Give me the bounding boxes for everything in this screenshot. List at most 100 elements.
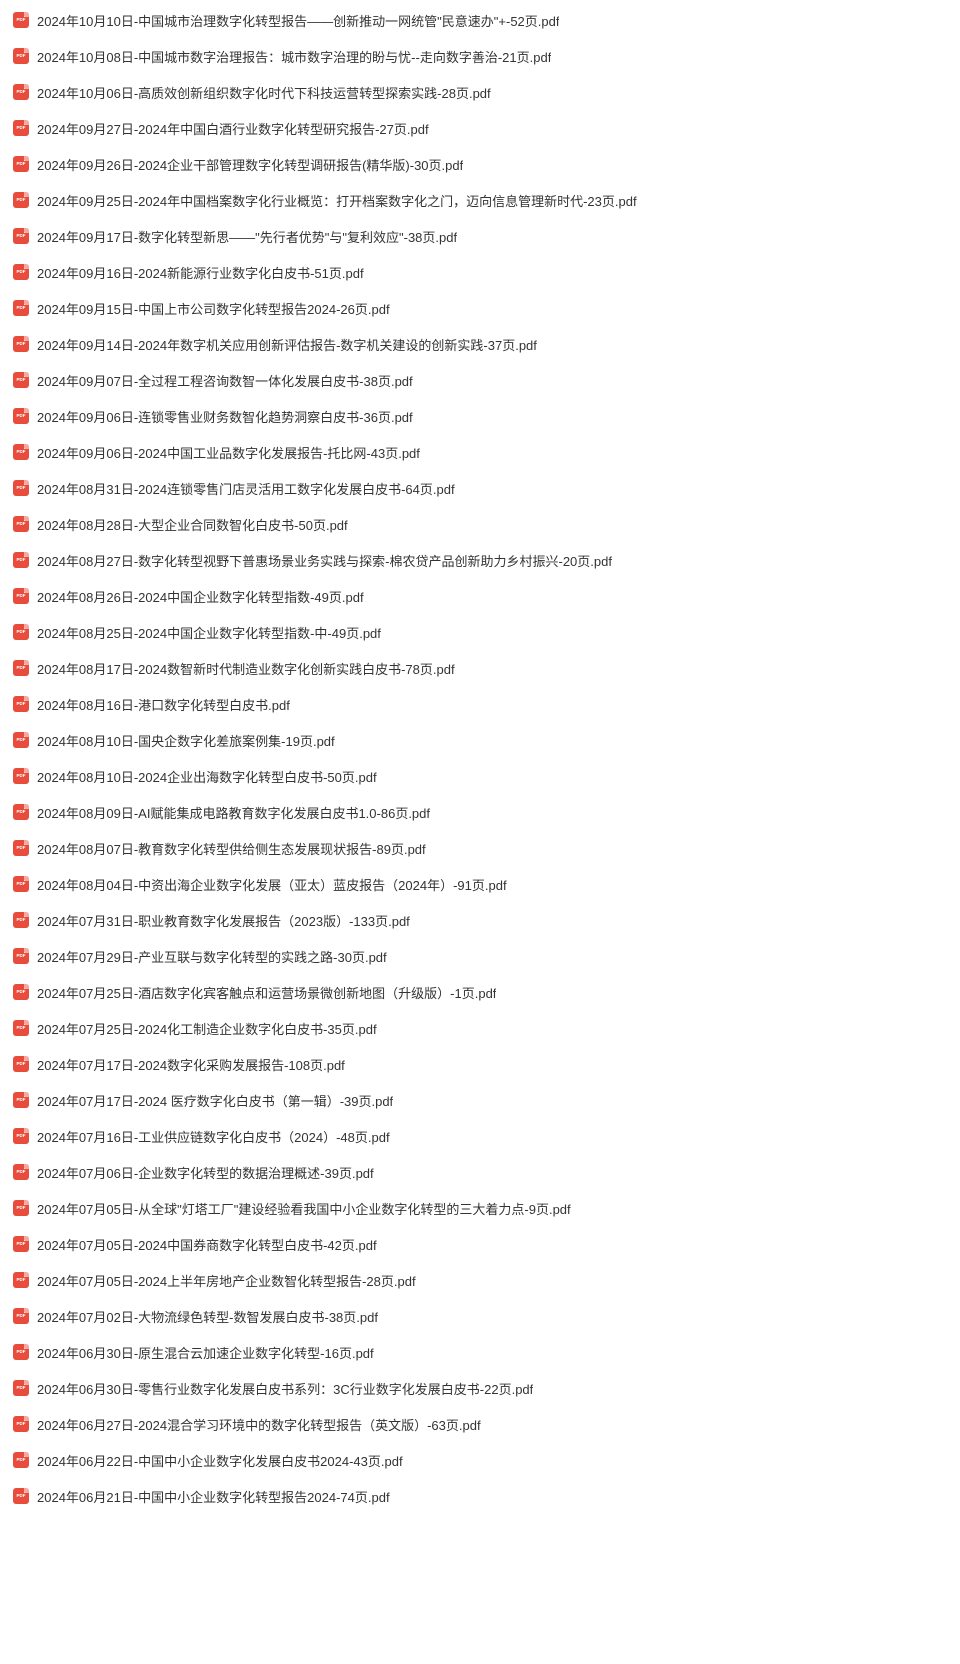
file-row[interactable]: PDF2024年08月10日-2024企业出海数字化转型白皮书-50页.pdf [0,758,960,794]
pdf-icon: PDF [13,1272,29,1288]
pdf-icon: PDF [13,696,29,712]
file-row[interactable]: PDF 2024年08月04日-中资出海企业数字化发展（亚太）蓝皮报告（2024年… [0,866,960,902]
pdf-icon-label: PDF [17,1350,26,1355]
file-row[interactable]: PDF2024年07月17日-2024 医疗数字化白皮书（第一辑）-39页.pd… [0,1082,960,1118]
pdf-icon: PDF [13,804,29,820]
file-row[interactable]: PDF2024年09月27日-2024年中国白酒行业数字化转型研究报告-27页.… [0,110,960,146]
pdf-icon: PDF [13,1380,29,1396]
file-row[interactable]: PDF2024年09月15日-中国上市公司数字化转型报告2024-26页.pdf [0,290,960,326]
file-row[interactable]: PDF2024年06月21日-中国中小企业数字化转型报告2024-74页.pdf [0,1478,960,1514]
pdf-icon: PDF [13,336,29,352]
pdf-icon: PDF [13,1056,29,1072]
file-row[interactable]: PDF2024年07月29日-产业互联与数字化转型的实践之路-30页.pdf [0,938,960,974]
pdf-icon-label: PDF [17,738,26,743]
file-name: 2024年07月25日-2024化工制造企业数字化白皮书-35页.pdf [37,1019,377,1038]
file-name: 2024年09月25日-2024年中国档案数字化行业概览：打开档案数字化之门，迈… [37,191,637,210]
file-row[interactable]: PDF 2024年07月05日-2024中国券商数字化转型白皮书-42页.pdf [0,1226,960,1262]
file-row[interactable]: PDF 2024年07月16日-工业供应链数字化白皮书（2024）-48页.pdf [0,1118,960,1154]
pdf-icon-label: PDF [17,162,26,167]
pdf-icon-label: PDF [17,810,26,815]
pdf-icon-label: PDF [17,1134,26,1139]
pdf-icon: PDF [13,1308,29,1324]
file-row[interactable]: PDF2024年06月27日-2024混合学习环境中的数字化转型报告（英文版）-… [0,1406,960,1442]
file-row[interactable]: PDF2024年08月28日-大型企业合同数智化白皮书-50页.pdf [0,506,960,542]
file-row[interactable]: PDF2024年08月27日-数字化转型视野下普惠场景业务实践与探索-棉农贷产品… [0,542,960,578]
file-row[interactable]: PDF2024年08月25日-2024中国企业数字化转型指数-中-49页.pdf [0,614,960,650]
pdf-icon-label: PDF [17,846,26,851]
file-row[interactable]: PDF 2024年08月31日-2024连锁零售门店灵活用工数字化发展白皮书-64… [0,470,960,506]
file-name: 2024年09月06日-连锁零售业财务数智化趋势洞察白皮书-36页.pdf [37,407,413,426]
pdf-icon: PDF [13,912,29,928]
file-row[interactable]: PDF2024年09月17日-数字化转型新思——"先行者优势"与"复利效应"-3… [0,218,960,254]
file-name: 2024年07月25日-酒店数字化宾客触点和运营场景微创新地图（升级版）-1页.… [37,983,496,1002]
file-name: 2024年07月06日-企业数字化转型的数据治理概述-39页.pdf [37,1163,374,1182]
file-name: 2024年07月05日-从全球"灯塔工厂"建设经验看我国中小企业数字化转型的三大… [37,1199,571,1218]
file-row[interactable]: PDF 2024年09月16日-2024新能源行业数字化白皮书-51页.pdf [0,254,960,290]
file-name: 2024年08月31日-2024连锁零售门店灵活用工数字化发展白皮书-64页.p… [37,479,455,498]
file-row[interactable]: PDF2024年07月25日-2024化工制造企业数字化白皮书-35页.pdf [0,1010,960,1046]
pdf-icon-label: PDF [17,90,26,95]
file-name: 2024年06月22日-中国中小企业数字化发展白皮书2024-43页.pdf [37,1451,403,1470]
pdf-icon-label: PDF [17,270,26,275]
file-row[interactable]: PDF2024年09月07日-全过程工程咨询数智一体化发展白皮书-38页.pdf [0,362,960,398]
file-row[interactable]: PDF2024年06月30日-原生混合云加速企业数字化转型-16页.pdf [0,1334,960,1370]
file-row[interactable]: PDF2024年08月17日-2024数智新时代制造业数字化创新实践白皮书-78… [0,650,960,686]
pdf-icon: PDF [13,588,29,604]
file-row[interactable]: PDF 2024年07月25日-酒店数字化宾客触点和运营场景微创新地图（升级版）-… [0,974,960,1010]
file-name: 2024年08月07日-教育数字化转型供给侧生态发展现状报告-89页.pdf [37,839,426,858]
file-name: 2024年07月16日-工业供应链数字化白皮书（2024）-48页.pdf [37,1127,390,1146]
pdf-icon: PDF [13,1164,29,1180]
pdf-icon-label: PDF [17,342,26,347]
file-name: 2024年07月05日-2024中国券商数字化转型白皮书-42页.pdf [37,1235,377,1254]
file-name: 2024年08月04日-中资出海企业数字化发展（亚太）蓝皮报告（2024年）-9… [37,875,507,894]
file-row[interactable]: PDF2024年07月05日-2024上半年房地产企业数智化转型报告-28页.p… [0,1262,960,1298]
file-row[interactable]: PDF 2024年09月26日-2024企业干部管理数字化转型调研报告(精华版)-… [0,146,960,182]
file-name: 2024年08月26日-2024中国企业数字化转型指数-49页.pdf [37,587,364,606]
file-row[interactable]: PDF 2024年07月06日-企业数字化转型的数据治理概述-39页.pdf [0,1154,960,1190]
file-row[interactable]: PDF 2024年08月07日-教育数字化转型供给侧生态发展现状报告-89页.pd… [0,830,960,866]
pdf-icon: PDF [13,192,29,208]
file-row[interactable]: PDF 2024年10月08日-中国城市数字治理报告：城市数字治理的盼与忧--走向… [0,38,960,74]
file-row[interactable]: PDF 2024年06月22日-中国中小企业数字化发展白皮书2024-43页.pd… [0,1442,960,1478]
file-name: 2024年09月16日-2024新能源行业数字化白皮书-51页.pdf [37,263,364,282]
file-name: 2024年09月26日-2024企业干部管理数字化转型调研报告(精华版)-30页… [37,155,463,174]
file-row[interactable]: PDF2024年08月16日-港口数字化转型白皮书.pdf [0,686,960,722]
file-name: 2024年10月06日-高质效创新组织数字化时代下科技运营转型探索实践-28页.… [37,83,491,102]
file-row[interactable]: PDF2024年09月06日-2024中国工业品数字化发展报告-托比网-43页.… [0,434,960,470]
pdf-icon: PDF [13,984,29,1000]
file-name: 2024年09月06日-2024中国工业品数字化发展报告-托比网-43页.pdf [37,443,420,462]
pdf-icon: PDF [13,876,29,892]
file-name: 2024年10月08日-中国城市数字治理报告：城市数字治理的盼与忧--走向数字善… [37,47,551,66]
pdf-icon: PDF [13,300,29,316]
file-row[interactable]: PDF 2024年09月06日-连锁零售业财务数智化趋势洞察白皮书-36页.pdf [0,398,960,434]
file-row[interactable]: PDF2024年08月09日-AI赋能集成电路教育数字化发展白皮书1.0-86页… [0,794,960,830]
file-row[interactable]: PDF2024年07月05日-从全球"灯塔工厂"建设经验看我国中小企业数字化转型… [0,1190,960,1226]
file-row[interactable]: PDF 2024年08月10日-国央企数字化差旅案例集-19页.pdf [0,722,960,758]
file-row[interactable]: PDF2024年07月31日-职业教育数字化发展报告（2023版）-133页.p… [0,902,960,938]
pdf-icon: PDF [13,516,29,532]
pdf-icon: PDF [13,732,29,748]
file-row[interactable]: PDF 2024年08月26日-2024中国企业数字化转型指数-49页.pdf [0,578,960,614]
file-name: 2024年06月21日-中国中小企业数字化转型报告2024-74页.pdf [37,1487,390,1506]
file-row[interactable]: PDF 2024年10月06日-高质效创新组织数字化时代下科技运营转型探索实践-2… [0,74,960,110]
pdf-icon-label: PDF [17,1098,26,1103]
pdf-icon-label: PDF [17,558,26,563]
file-row[interactable]: PDF2024年07月17日-2024数字化采购发展报告-108页.pdf [0,1046,960,1082]
pdf-icon: PDF [13,480,29,496]
pdf-icon-label: PDF [17,1458,26,1463]
pdf-icon-label: PDF [17,1314,26,1319]
file-name: 2024年08月10日-国央企数字化差旅案例集-19页.pdf [37,731,335,750]
pdf-icon: PDF [13,408,29,424]
file-row[interactable]: PDF 2024年09月25日-2024年中国档案数字化行业概览：打开档案数字化之… [0,182,960,218]
pdf-icon: PDF [13,1236,29,1252]
file-row[interactable]: PDF 2024年07月02日-大物流绿色转型-数智发展白皮书-38页.pdf [0,1298,960,1334]
pdf-icon-label: PDF [17,774,26,779]
file-name: 2024年07月02日-大物流绿色转型-数智发展白皮书-38页.pdf [37,1307,378,1326]
pdf-icon: PDF [13,552,29,568]
file-row[interactable]: PDF2024年06月30日-零售行业数字化发展白皮书系列：3C行业数字化发展白… [0,1370,960,1406]
file-row[interactable]: PDF 2024年09月14日-2024年数字机关应用创新评估报告-数字机关建设的… [0,326,960,362]
pdf-icon-label: PDF [17,54,26,59]
pdf-icon-label: PDF [17,234,26,239]
file-name: 2024年09月14日-2024年数字机关应用创新评估报告-数字机关建设的创新实… [37,335,537,354]
file-row[interactable]: PDF2024年10月10日-中国城市治理数字化转型报告——创新推动一网统管"民… [0,2,960,38]
